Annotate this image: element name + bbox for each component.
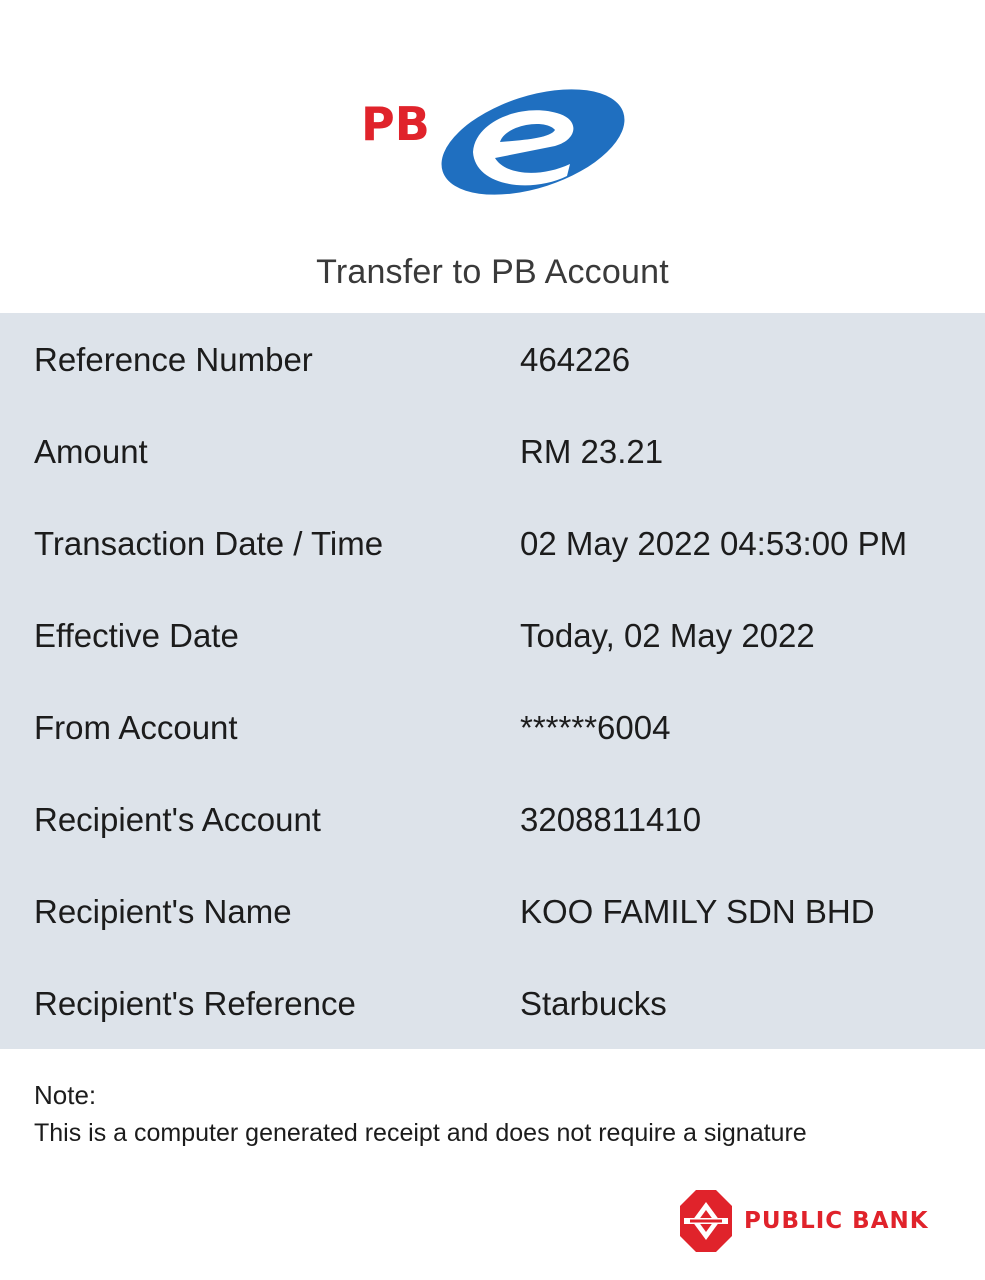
detail-label: Effective Date bbox=[34, 617, 239, 654]
bank-name: PUBLIC BANK bbox=[744, 1208, 929, 1234]
detail-value: KOO FAMILY SDN BHD bbox=[520, 893, 875, 930]
detail-label: Reference Number bbox=[34, 341, 313, 378]
detail-value: RM 23.21 bbox=[520, 433, 664, 470]
public-bank-logo: PUBLIC BANK bbox=[680, 1190, 960, 1254]
detail-row-effective-date: Effective Date Today, 02 May 2022 bbox=[0, 589, 985, 681]
detail-value: 02 May 2022 04:53:00 PM bbox=[520, 525, 908, 562]
detail-row-from-account: From Account ******6004 bbox=[0, 681, 985, 773]
public-bank-emblem-icon bbox=[680, 1190, 732, 1252]
detail-label: Transaction Date / Time bbox=[34, 525, 384, 562]
pbe-logo: PB bbox=[355, 80, 635, 205]
detail-row-transaction-date-time: Transaction Date / Time 02 May 2022 04:5… bbox=[0, 497, 985, 589]
detail-value: ******6004 bbox=[520, 709, 671, 746]
detail-value: 464226 bbox=[520, 341, 631, 378]
detail-label: Recipient's Account bbox=[34, 801, 321, 838]
detail-value: 3208811410 bbox=[520, 801, 702, 838]
detail-label: From Account bbox=[34, 709, 238, 746]
detail-label: Recipient's Reference bbox=[34, 985, 356, 1022]
detail-value: Today, 02 May 2022 bbox=[520, 617, 815, 654]
detail-row-recipient-name: Recipient's Name KOO FAMILY SDN BHD bbox=[0, 865, 985, 957]
detail-label: Amount bbox=[34, 433, 148, 470]
detail-row-recipient-reference: Recipient's Reference Starbucks bbox=[0, 957, 985, 1049]
detail-row-reference-number: Reference Number 464226 bbox=[0, 313, 985, 405]
detail-row-recipient-account: Recipient's Account 3208811410 bbox=[0, 773, 985, 865]
note-text: This is a computer generated receipt and… bbox=[34, 1119, 807, 1147]
logo-pb-text: PB bbox=[361, 97, 430, 151]
detail-value: Starbucks bbox=[520, 985, 667, 1022]
pbe-logo-graphic: PB bbox=[361, 89, 625, 195]
transaction-details: Reference Number 464226 Amount RM 23.21 … bbox=[0, 313, 985, 1049]
note-title: Note: bbox=[34, 1080, 97, 1110]
detail-row-amount: Amount RM 23.21 bbox=[0, 405, 985, 497]
page-title: Transfer to PB Account bbox=[316, 253, 669, 291]
detail-label: Recipient's Name bbox=[34, 893, 292, 930]
